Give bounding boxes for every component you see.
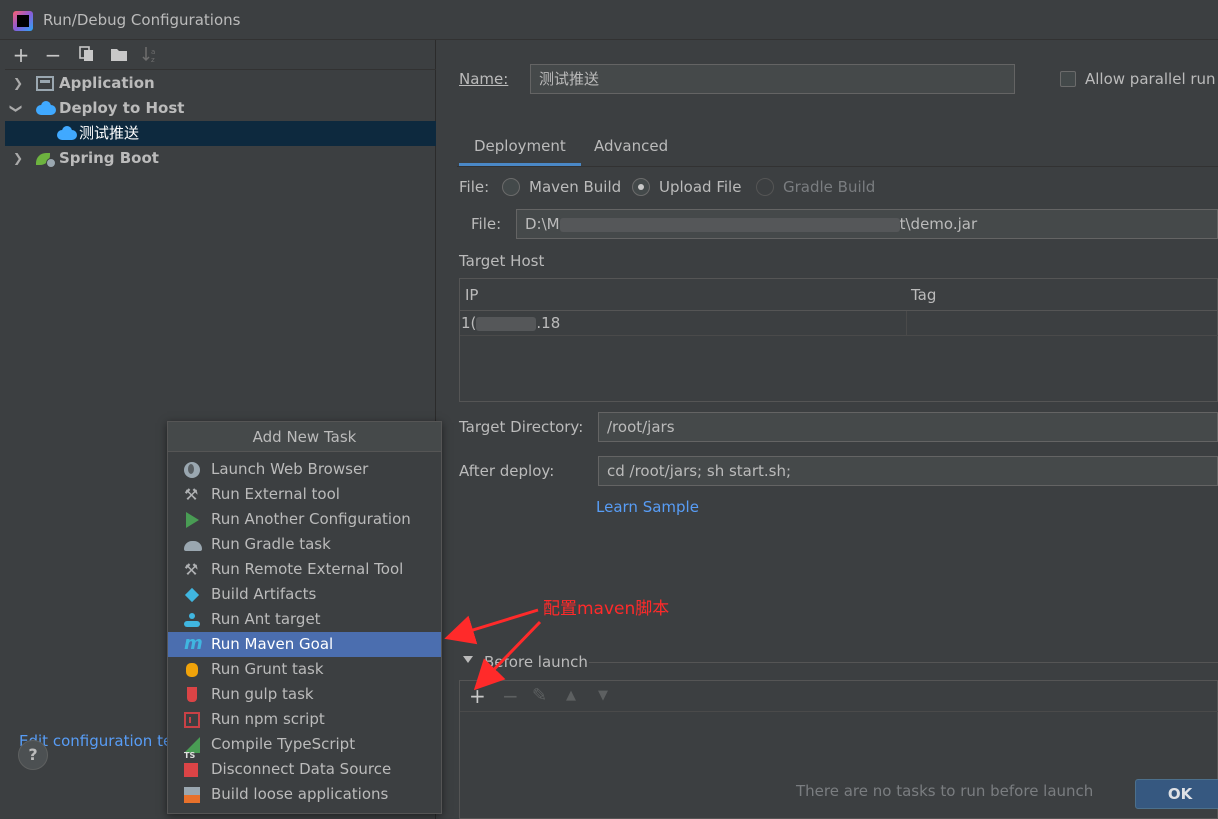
arrow-to-maven-goal (444, 608, 539, 645)
arrow-to-add-task (473, 620, 542, 691)
annotation-arrows (444, 608, 542, 691)
